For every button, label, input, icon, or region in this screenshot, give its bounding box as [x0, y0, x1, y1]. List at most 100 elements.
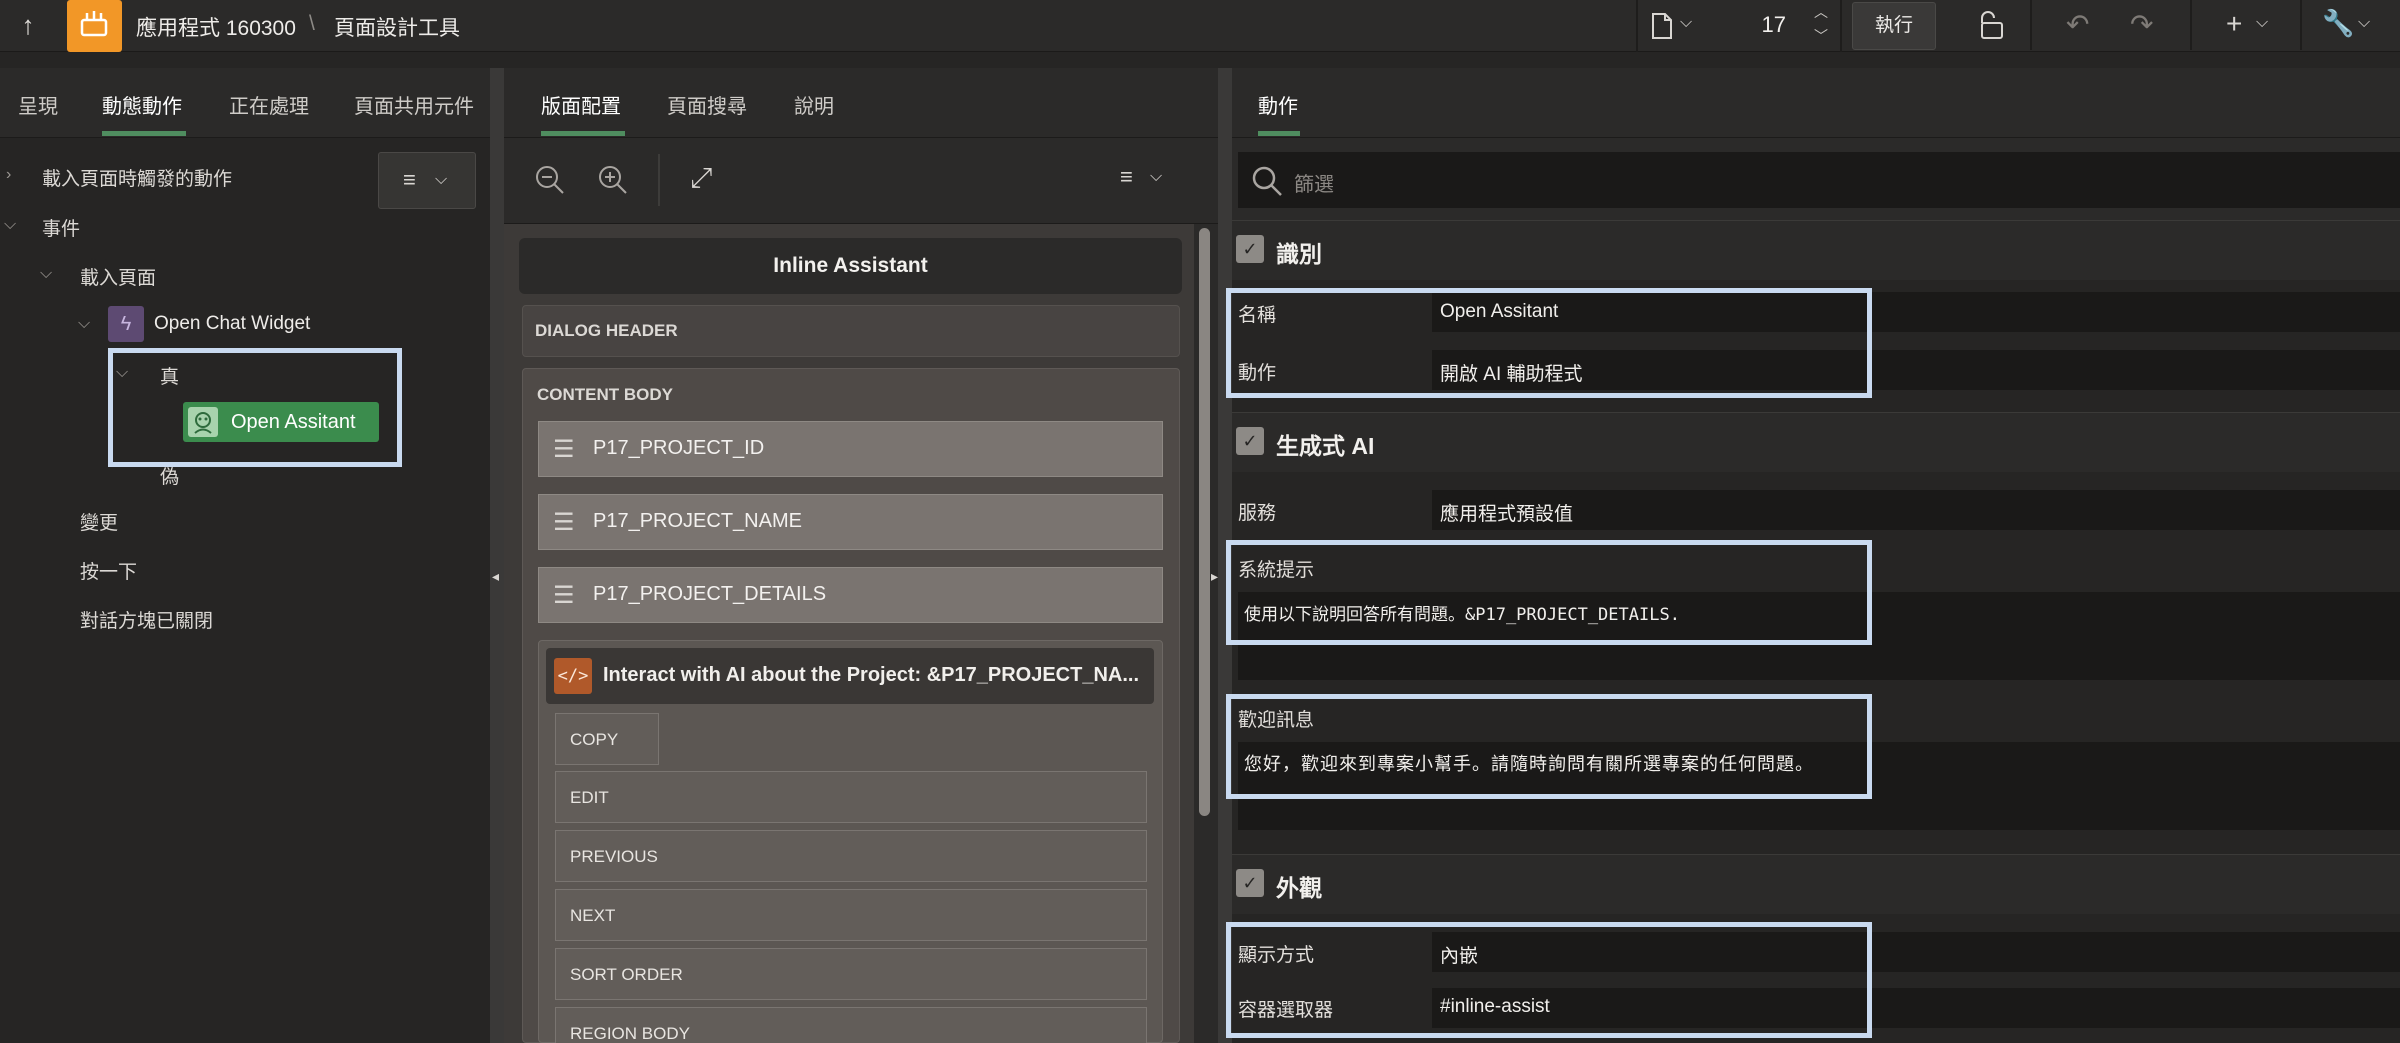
tab-processing[interactable]: 正在處理 [229, 90, 309, 119]
tree-node-dialog-closed[interactable]: 對話方塊已關閉 [80, 606, 213, 633]
tab-rendering[interactable]: 呈現 [18, 90, 58, 119]
add-icon[interactable]: + [2226, 8, 2242, 40]
slot-label: SORT ORDER [570, 965, 683, 984]
item-label: P17_PROJECT_NAME [593, 510, 802, 532]
page-item-project-name[interactable]: ☰ P17_PROJECT_NAME [538, 494, 1163, 550]
collapse-toggle-icon: ✓ [1236, 235, 1264, 263]
region-title: Inline Assistant [773, 254, 928, 277]
tab-dynamic-actions[interactable]: 動態動作 [102, 90, 182, 119]
tab-page-search[interactable]: 頁面搜尋 [667, 90, 747, 119]
item-label: P17_PROJECT_ID [593, 437, 765, 459]
active-tab-indicator [541, 131, 625, 136]
expand-icon[interactable]: ⤢ [690, 162, 712, 195]
page-number-input[interactable]: 17 [1726, 12, 1786, 38]
toolbar-divider [658, 154, 660, 206]
dialog-header-label: DIALOG HEADER [535, 321, 678, 340]
tree-menu-button[interactable]: ≡ ⌵ [378, 152, 476, 209]
top-toolbar: ↑ 應用程式 160300 \ 頁面設計工具 ⌵ 17 ︿ ﹀ 執行 ↶ ↷ +… [0, 0, 2400, 52]
zoom-out-icon[interactable] [532, 162, 568, 198]
scrollbar-thumb[interactable] [1199, 228, 1210, 816]
tab-help[interactable]: 說明 [794, 90, 834, 119]
menu-lines-icon[interactable]: ≡ [1120, 164, 1133, 190]
app-icon [80, 11, 108, 37]
chevron-down-icon[interactable]: ⌵ [78, 315, 90, 333]
tree-node-events[interactable]: 事件 [42, 214, 80, 241]
filter-input[interactable]: 篩選 [1238, 152, 2400, 208]
tab-action[interactable]: 動作 [1258, 90, 1298, 119]
slot-copy[interactable]: COPY [555, 713, 659, 765]
app-logo[interactable] [67, 0, 122, 52]
section-title: 外觀 [1276, 875, 1322, 901]
content-body-label: CONTENT BODY [537, 385, 673, 404]
dynamic-action-icon: ϟ [108, 306, 144, 342]
chevron-right-icon[interactable]: › [6, 166, 11, 184]
section-title: 識別 [1276, 241, 1322, 267]
chevron-down-icon[interactable]: ⌵ [2358, 14, 2370, 32]
page-item-project-details[interactable]: ☰ P17_PROJECT_DETAILS [538, 567, 1163, 623]
sub-region-title-bar[interactable]: </> Interact with AI about the Project: … [546, 648, 1154, 704]
sub-region-title: Interact with AI about the Project: &P17… [603, 664, 1140, 686]
chevron-down-icon[interactable]: ⌵ [40, 265, 52, 283]
page-item-project-id[interactable]: ☰ P17_PROJECT_ID [538, 421, 1163, 477]
wrench-icon[interactable]: 🔧 [2322, 8, 2354, 39]
section-header-gen-ai[interactable]: ✓ 生成式 AI [1232, 412, 2400, 472]
section-title: 生成式 AI [1276, 433, 1375, 459]
tab-shared-components[interactable]: 頁面共用元件 [354, 90, 474, 119]
slot-label: COPY [570, 730, 619, 749]
run-button[interactable]: 執行 [1852, 2, 1936, 50]
slot-label: REGION BODY [570, 1024, 690, 1043]
tree-node-open-chat-widget[interactable]: Open Chat Widget [154, 313, 310, 335]
slot-region-body[interactable]: REGION BODY [555, 1007, 1147, 1043]
app-name[interactable]: 應用程式 160300 [136, 12, 296, 42]
collapse-left-icon[interactable]: ◂ [492, 568, 499, 585]
unlock-icon[interactable] [1974, 10, 2008, 42]
tab-layout[interactable]: 版面配置 [541, 90, 621, 119]
page-selector[interactable]: ⌵ 17 ︿ ﹀ [1636, 0, 1842, 52]
tree-node-change[interactable]: 變更 [80, 508, 118, 535]
chevron-down-icon[interactable]: ⌵ [1150, 168, 1162, 186]
right-tabbar [1232, 68, 2400, 138]
collapse-right-icon[interactable]: ▸ [1211, 568, 1218, 585]
welcome-highlight-box [1226, 694, 1872, 799]
active-tab-indicator [102, 131, 186, 136]
undo-icon[interactable]: ↶ [2066, 8, 2089, 41]
page-increment-icon[interactable]: ︿ [1814, 2, 1828, 22]
service-field-row [1432, 490, 2400, 530]
slot-edit[interactable]: EDIT [555, 771, 1147, 823]
collapse-toggle-icon: ✓ [1236, 869, 1264, 897]
run-label: 執行 [1874, 15, 1913, 36]
slot-next[interactable]: NEXT [555, 889, 1147, 941]
redo-icon[interactable]: ↷ [2130, 8, 2153, 41]
left-splitter[interactable] [490, 68, 504, 1043]
slot-sort-order[interactable]: SORT ORDER [555, 948, 1147, 1000]
slot-label: EDIT [570, 788, 609, 807]
dialog-header-slot[interactable]: DIALOG HEADER [522, 305, 1180, 357]
chevron-down-icon[interactable]: ⌵ [4, 216, 16, 234]
item-label: P17_PROJECT_DETAILS [593, 583, 827, 605]
page-icon [1652, 13, 1672, 39]
system-prompt-highlight-box [1226, 540, 1872, 645]
service-label: 服務 [1238, 503, 1277, 524]
active-tab-indicator [1258, 131, 1300, 136]
tree-node-on-load[interactable]: 載入頁面時觸發的動作 [42, 164, 232, 191]
tree-node-page-load[interactable]: 載入頁面 [80, 263, 156, 290]
region-title-bar[interactable]: Inline Assistant [519, 238, 1182, 294]
collapse-toggle-icon: ✓ [1236, 427, 1264, 455]
chevron-down-icon[interactable]: ⌵ [1680, 14, 1692, 32]
service-select[interactable]: 應用程式預設值 [1440, 499, 1573, 526]
zoom-in-icon[interactable] [595, 162, 631, 198]
text-field-icon: ☰ [553, 509, 575, 536]
text-field-icon: ☰ [553, 582, 575, 609]
up-arrow-icon[interactable]: ↑ [14, 10, 42, 40]
filter-placeholder: 篩選 [1294, 174, 1334, 196]
section-header-identification[interactable]: ✓ 識別 [1232, 220, 2400, 280]
identification-highlight-box [1226, 288, 1872, 398]
section-header-appearance[interactable]: ✓ 外觀 [1232, 854, 2400, 914]
slot-previous[interactable]: PREVIOUS [555, 830, 1147, 882]
breadcrumb-separator: \ [309, 12, 315, 35]
tree-node-click[interactable]: 按一下 [80, 557, 137, 584]
code-icon: </> [554, 658, 592, 694]
search-icon [1252, 166, 1282, 196]
page-decrement-icon[interactable]: ﹀ [1814, 26, 1828, 46]
chevron-down-icon[interactable]: ⌵ [2256, 14, 2268, 32]
